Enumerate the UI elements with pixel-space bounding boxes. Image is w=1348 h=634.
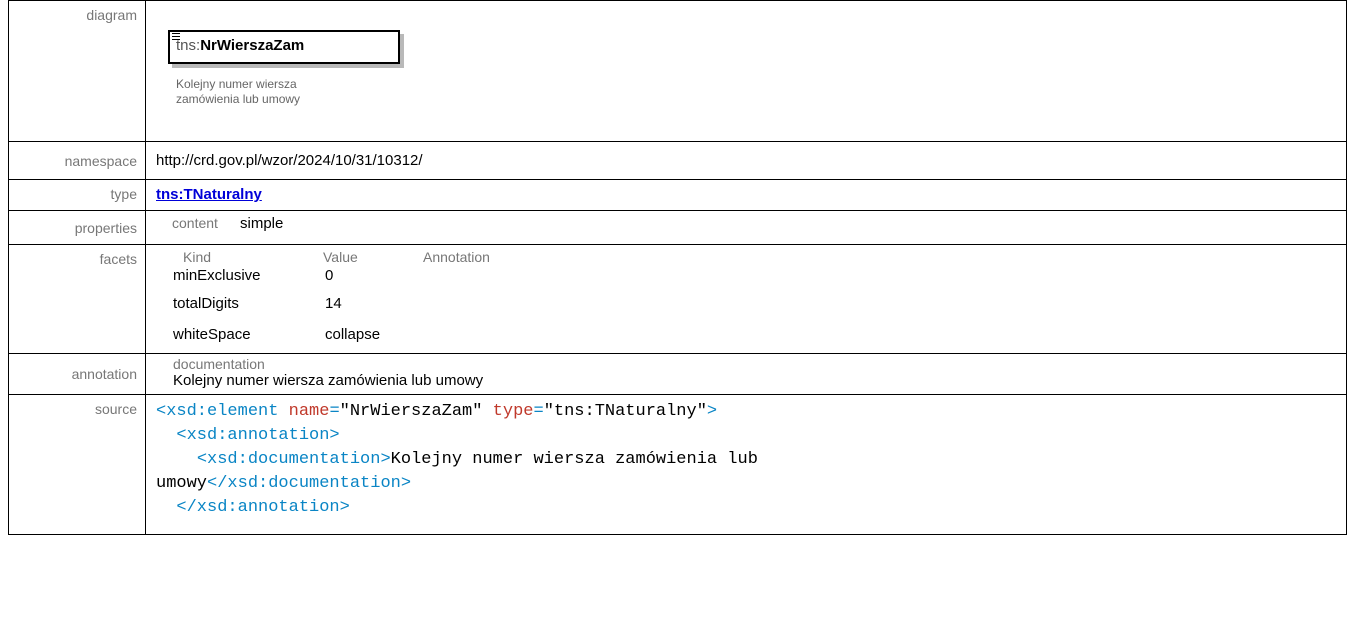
diagram-documentation: Kolejny numer wiersza zamówienia lub umo…	[176, 77, 1346, 107]
source-text: Kolejny numer wiersza zamówienia lub	[390, 450, 758, 469]
diagram-element-prefix: tns:	[176, 37, 201, 54]
source-code: <xsd:element name="NrWierszaZam" type="t…	[156, 402, 758, 517]
type-row: type tns:TNaturalny	[8, 179, 1347, 211]
source-tag: >	[706, 402, 718, 421]
annotation-row: annotation documentation Kolejny numer w…	[8, 353, 1347, 395]
properties-value: simple	[240, 215, 284, 232]
element-diagram[interactable]: tns:NrWierszaZam	[168, 30, 404, 68]
properties-row: properties content simple	[8, 210, 1347, 245]
annotation-label: annotation	[8, 353, 146, 395]
namespace-row: namespace http://crd.gov.pl/wzor/2024/10…	[8, 141, 1347, 180]
diagram-cell: tns:NrWierszaZam Kolejny numer wiersza z…	[145, 0, 1347, 142]
source-tag: <xsd:documentation>	[196, 450, 391, 469]
diagram-label: diagram	[8, 0, 146, 142]
facet-row: totalDigits 14	[156, 286, 1346, 320]
facets-header-annotation: Annotation	[423, 249, 490, 265]
source-attr-value: "NrWierszaZam"	[339, 402, 483, 421]
facet-row: whiteSpace collapse	[156, 320, 1346, 348]
source-label: source	[8, 394, 146, 535]
properties-kv: content simple	[172, 215, 1346, 232]
source-attr: name	[288, 402, 330, 421]
facet-kind: minExclusive	[173, 266, 261, 284]
source-tag: </xsd:annotation>	[176, 498, 350, 517]
source-row: source <xsd:element name="NrWierszaZam" …	[8, 394, 1347, 535]
annotation-value: Kolejny numer wiersza zamówienia lub umo…	[173, 372, 484, 389]
diagram-doc-line-1: Kolejny numer wiersza	[176, 77, 297, 91]
facet-row: minExclusive 0	[156, 264, 1346, 286]
source-tag: <xsd:element	[156, 402, 279, 421]
properties-key: content	[172, 215, 218, 231]
facets-header-kind: Kind	[183, 249, 212, 265]
source-attr-value: "tns:TNaturalny"	[543, 402, 707, 421]
facet-kind: totalDigits	[173, 294, 239, 312]
namespace-label: namespace	[8, 141, 146, 180]
properties-label: properties	[8, 210, 146, 245]
element-doc-table: diagram tns:NrWierszaZam Kolejny numer w…	[8, 0, 1347, 535]
source-tag: </xsd:documentation>	[207, 474, 412, 493]
diagram-element-name: NrWierszaZam	[200, 37, 305, 54]
facets-row: facets Kind Value Annotation minExclusiv…	[8, 244, 1347, 354]
facet-value: 0	[325, 266, 334, 284]
facets-header-value: Value	[323, 249, 358, 265]
facet-kind: whiteSpace	[173, 325, 251, 343]
source-text: umowy	[156, 474, 208, 493]
source-attr: type	[492, 402, 534, 421]
type-label: type	[8, 179, 146, 211]
facets-label: facets	[8, 244, 146, 354]
facet-value: collapse	[325, 325, 381, 343]
annotation-key: documentation	[173, 356, 265, 372]
diagram-element-box[interactable]: tns:NrWierszaZam	[168, 30, 400, 64]
diagram-doc-line-2: zamówienia lub umowy	[176, 92, 301, 106]
facets-header: Kind Value Annotation	[156, 250, 1346, 264]
facet-value: 14	[325, 294, 342, 312]
diagram-row: diagram tns:NrWierszaZam Kolejny numer w…	[8, 0, 1347, 142]
namespace-value: http://crd.gov.pl/wzor/2024/10/31/10312/	[145, 141, 1347, 180]
type-link[interactable]: tns:TNaturalny	[156, 186, 262, 203]
source-tag: <xsd:annotation>	[176, 426, 340, 445]
